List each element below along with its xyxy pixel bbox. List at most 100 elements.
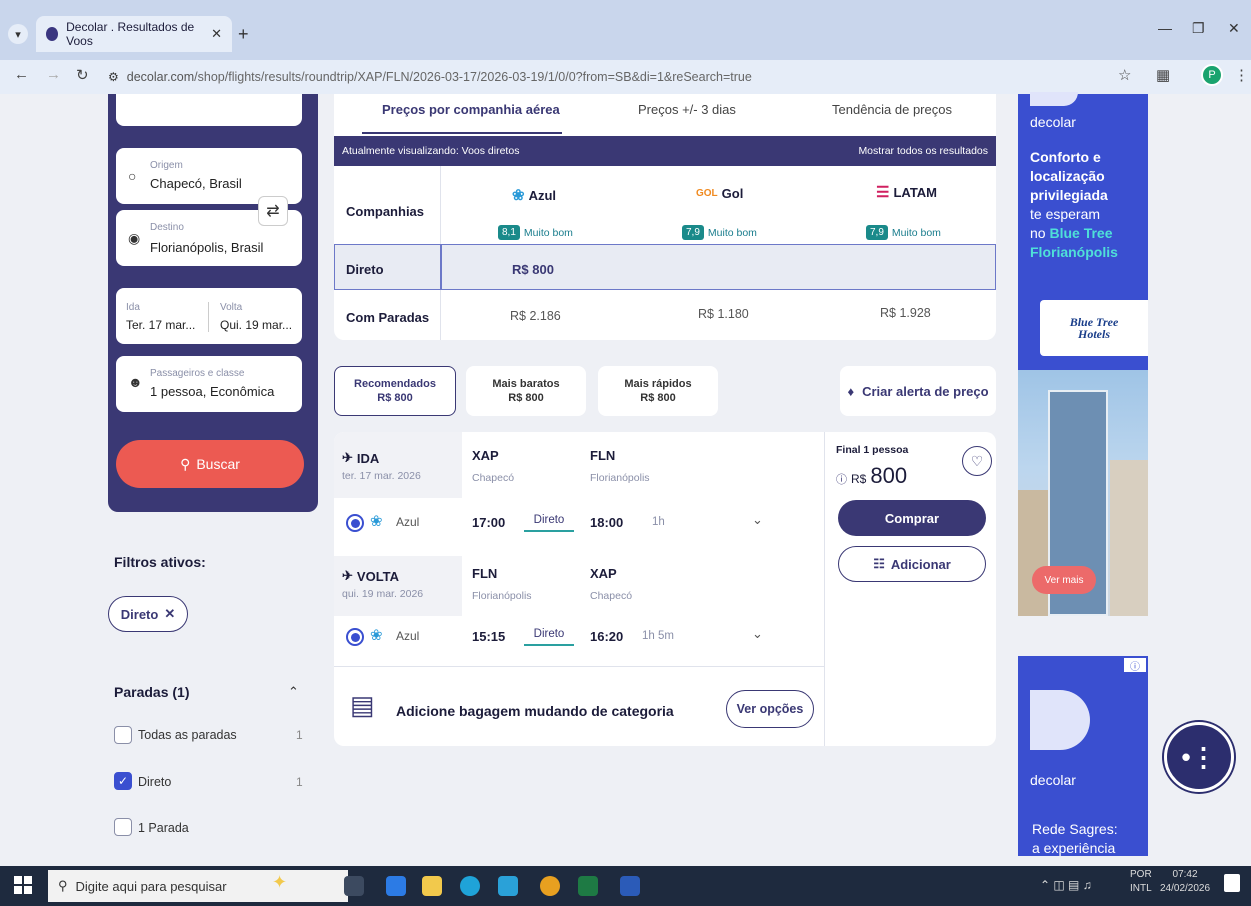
outbound-radio[interactable] xyxy=(346,514,364,532)
sort-cheapest[interactable]: Mais baratos R$ 800 xyxy=(466,366,586,416)
favorite-heart-icon[interactable]: ♡ xyxy=(962,446,992,476)
add-to-cart-button[interactable]: ☷ Adicionar xyxy=(838,546,986,582)
sort-fastest[interactable]: Mais rápidos R$ 800 xyxy=(598,366,718,416)
sort-label: Mais baratos xyxy=(492,378,560,390)
swap-route-button[interactable]: ⇄ xyxy=(258,196,288,226)
airline-rating: 7,9 Muito bom xyxy=(682,225,757,240)
show-all-link[interactable]: Mostrar todos os resultados xyxy=(858,145,988,157)
return-expand-chevron-icon[interactable]: ⌄ xyxy=(752,626,763,642)
sort-price: R$ 800 xyxy=(377,392,413,404)
see-more-button[interactable]: Ver mais xyxy=(1032,566,1096,594)
tab-prices-by-airline[interactable]: Preços por companhia aérea xyxy=(382,102,560,117)
direct-price-azul[interactable]: R$ 800 xyxy=(512,262,554,277)
dates-field[interactable]: Ida Ter. 17 mar... Volta Qui. 19 mar... xyxy=(116,288,302,344)
azul-logo-icon: ❀ xyxy=(512,187,525,204)
app-icon[interactable] xyxy=(386,876,406,896)
destination-label: Destino xyxy=(150,222,184,233)
minimize-icon[interactable]: — xyxy=(1158,20,1172,36)
restore-icon[interactable]: ❐ xyxy=(1192,20,1205,37)
ad-line-highlight: Blue Tree xyxy=(1049,225,1113,241)
tab-prices-3-days[interactable]: Preços +/- 3 dias xyxy=(638,102,736,117)
edge-icon[interactable] xyxy=(460,876,480,896)
close-tab-icon[interactable]: ✕ xyxy=(211,26,222,42)
price-currency: R$ xyxy=(851,472,867,486)
stops-price-azul[interactable]: R$ 2.186 xyxy=(510,309,561,323)
word-icon[interactable] xyxy=(620,876,640,896)
return-duration: 1h 5m xyxy=(642,630,674,642)
chrome-icon[interactable] xyxy=(540,876,560,896)
passengers-value: 1 pessoa, Econômica xyxy=(150,384,275,399)
collapse-chevron-icon[interactable]: ⌃ xyxy=(288,684,299,700)
file-explorer-icon[interactable] xyxy=(422,876,442,896)
return-radio[interactable] xyxy=(346,628,364,646)
origin-label: Origem xyxy=(150,160,183,171)
url-field[interactable]: ⚙ decolar.com/shop/flights/results/round… xyxy=(108,65,1108,89)
new-tab-icon[interactable]: + xyxy=(238,24,249,45)
location-pin-icon: ◉ xyxy=(128,230,141,246)
ad-headline: Conforto e localização privilegiada te e… xyxy=(1030,148,1146,262)
forward-icon[interactable]: → xyxy=(46,66,61,83)
gol-logo: GOL xyxy=(696,188,718,199)
stops-label: Com Paradas xyxy=(346,310,430,325)
see-options-button[interactable]: Ver opções xyxy=(726,690,814,728)
airline-latam[interactable]: ☰ LATAM xyxy=(876,183,937,201)
airline-gol[interactable]: GOL Gol xyxy=(696,186,743,201)
browser-tab[interactable]: Decolar . Resultados de Voos ✕ xyxy=(36,16,232,52)
profile-avatar[interactable]: P xyxy=(1201,64,1223,86)
menu-dots-icon[interactable]: ⋮ xyxy=(1234,66,1249,84)
baggage-divider xyxy=(334,666,824,667)
chat-assistant-button[interactable]: •⋮ xyxy=(1164,722,1234,792)
outbound-from-code: XAP xyxy=(472,448,499,463)
info-icon[interactable]: ⓘ xyxy=(836,471,847,487)
input-language[interactable]: POR INTL xyxy=(1130,868,1152,896)
volta-label: Volta xyxy=(220,302,243,313)
ad-line: a experiência xyxy=(1032,840,1116,856)
checkbox-direct[interactable]: ✓ xyxy=(114,772,132,790)
passengers-label: Passageiros e classe xyxy=(150,368,245,379)
outbound-title: ✈ IDA xyxy=(342,450,379,466)
task-view-icon[interactable] xyxy=(344,876,364,896)
buy-button[interactable]: Comprar xyxy=(838,500,986,536)
taskbar-search-field[interactable]: ⚲ Digite aqui para pesquisar xyxy=(48,870,348,902)
hotel-logo-line: Hotels xyxy=(1078,327,1110,341)
notifications-icon[interactable] xyxy=(1224,874,1240,892)
stops-price-latam[interactable]: R$ 1.928 xyxy=(880,306,931,320)
passengers-field[interactable]: ☻ Passageiros e classe 1 pessoa, Econômi… xyxy=(116,356,302,412)
store-icon[interactable] xyxy=(498,876,518,896)
return-depart-time: 15:15 xyxy=(472,629,506,644)
clock[interactable]: 07:42 24/02/2026 xyxy=(1160,868,1210,896)
sort-label: Mais rápidos xyxy=(624,378,692,390)
bookmark-star-icon[interactable]: ☆ xyxy=(1118,66,1131,84)
stops-price-gol[interactable]: R$ 1.180 xyxy=(698,307,749,321)
ad-info-icon[interactable]: ⓘ xyxy=(1124,658,1146,673)
copilot-sparkle-icon[interactable]: ✦ xyxy=(272,872,287,893)
airline-azul[interactable]: ❀ Azul xyxy=(512,186,556,204)
return-date: qui. 19 mar. 2026 xyxy=(342,588,424,600)
reload-icon[interactable]: ↻ xyxy=(76,66,89,84)
tab-price-trend[interactable]: Tendência de preços xyxy=(832,102,952,117)
outbound-depart-time: 17:00 xyxy=(472,515,506,530)
price-alert-button[interactable]: ♦ Criar alerta de preço xyxy=(840,366,996,416)
windows-start-icon[interactable] xyxy=(14,876,32,894)
filter-option-label: Direto xyxy=(138,775,172,789)
search-panel-top-field[interactable] xyxy=(116,94,302,126)
rating-score: 7,9 xyxy=(866,225,888,240)
origin-circle-icon: ○ xyxy=(128,168,137,184)
outbound-expand-chevron-icon[interactable]: ⌄ xyxy=(752,512,763,528)
sort-recommended[interactable]: Recomendados R$ 800 xyxy=(334,366,456,416)
back-icon[interactable]: ← xyxy=(14,66,29,83)
search-button[interactable]: ⚲ Buscar xyxy=(116,440,304,488)
excel-icon[interactable] xyxy=(578,876,598,896)
site-settings-icon[interactable]: ⚙ xyxy=(108,70,119,84)
azul-logo-icon: ❀ xyxy=(370,513,383,530)
checkbox-all-stops[interactable] xyxy=(114,726,132,744)
close-window-icon[interactable]: ✕ xyxy=(1228,20,1240,37)
remove-filter-icon[interactable]: ✕ xyxy=(164,606,175,622)
system-tray-icons[interactable]: ⌃ ◫ ▤ ♫ xyxy=(1040,878,1092,892)
rating-score: 7,9 xyxy=(682,225,704,240)
active-filter-chip[interactable]: Direto ✕ xyxy=(108,596,188,632)
extensions-icon[interactable]: ▦ xyxy=(1156,66,1170,84)
tab-list-button[interactable]: ▾ xyxy=(8,24,28,44)
checkbox-one-stop[interactable] xyxy=(114,818,132,836)
direct-row xyxy=(334,244,996,290)
